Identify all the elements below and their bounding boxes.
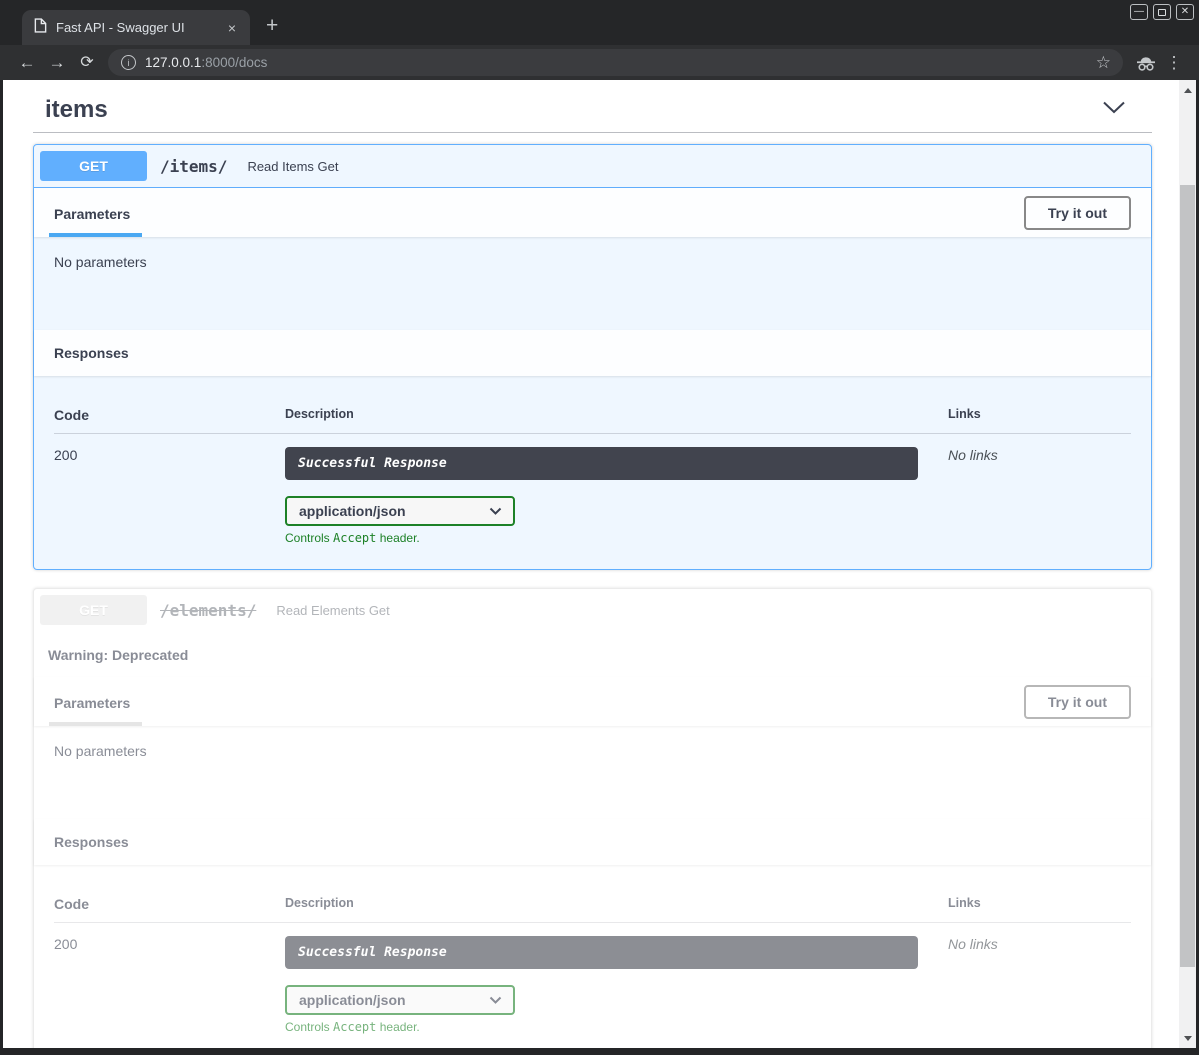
new-tab-icon[interactable]: +	[266, 14, 278, 38]
opblock-get-elements-deprecated: GET /elements/ Read Elements Get Warning…	[33, 588, 1152, 1048]
method-badge: GET	[40, 151, 147, 181]
url-path: :8000/docs	[201, 55, 267, 70]
response-description-box: Successful Response	[285, 447, 918, 480]
tab-parameters[interactable]: Parameters	[54, 188, 130, 237]
browser-menu-icon[interactable]: ⋮	[1161, 53, 1187, 73]
swagger-content: items GET /items/ Read Items Get	[33, 80, 1152, 1048]
col-header-description: Description	[285, 896, 948, 923]
col-header-links: Links	[948, 896, 1131, 923]
deprecated-warning: Warning: Deprecated	[34, 631, 1151, 677]
browser-toolbar: ← → ⟳ i 127.0.0.1:8000/docs ☆ ⋮	[0, 45, 1199, 80]
select-chevron-icon	[489, 992, 502, 1008]
col-header-code: Code	[54, 407, 285, 434]
scrollbar-thumb[interactable]	[1180, 185, 1195, 967]
links-value: No links	[948, 923, 1131, 1034]
tab-close-icon[interactable]: ×	[224, 20, 240, 36]
scroll-down-icon[interactable]	[1179, 1030, 1196, 1046]
tab-parameters[interactable]: Parameters	[54, 677, 130, 726]
url-host: 127.0.0.1	[145, 55, 201, 70]
status-code: 200	[54, 923, 285, 1034]
try-it-out-button[interactable]: Try it out	[1024, 196, 1131, 230]
parameters-header: Parameters Try it out	[34, 677, 1151, 726]
links-value: No links	[948, 434, 1131, 545]
endpoint-summary: Read Items Get	[247, 159, 338, 174]
section-title: items	[45, 96, 108, 124]
col-header-code: Code	[54, 896, 285, 923]
tab-title: Fast API - Swagger UI	[56, 20, 215, 35]
site-info-icon[interactable]: i	[121, 55, 136, 70]
browser-tab[interactable]: Fast API - Swagger UI ×	[22, 10, 250, 45]
response-description-box: Successful Response	[285, 936, 918, 969]
no-parameters-text: No parameters	[34, 726, 1151, 819]
incognito-icon	[1131, 54, 1161, 72]
section-divider	[33, 132, 1152, 133]
scroll-up-icon[interactable]	[1179, 82, 1196, 98]
col-header-description: Description	[285, 407, 948, 434]
document-icon	[34, 18, 47, 38]
status-code: 200	[54, 434, 285, 545]
browser-window: Fast API - Swagger UI × + — ✕ ← → ⟳ i 12…	[0, 0, 1199, 1055]
opblock-summary[interactable]: GET /elements/ Read Elements Get	[34, 589, 1151, 631]
try-it-out-button[interactable]: Try it out	[1024, 685, 1131, 719]
accept-header-note: Controls Accept header.	[285, 1020, 918, 1034]
opblock-get-items: GET /items/ Read Items Get Parameters Tr…	[33, 144, 1152, 570]
responses-table: Code Description Links 200 Successful Re…	[34, 865, 1151, 1048]
minimize-icon[interactable]: —	[1130, 4, 1148, 20]
select-chevron-icon	[489, 503, 502, 519]
page-viewport: items GET /items/ Read Items Get	[3, 80, 1196, 1048]
responses-header: Responses	[34, 819, 1151, 865]
endpoint-summary: Read Elements Get	[276, 603, 389, 618]
url-bar[interactable]: i 127.0.0.1:8000/docs ☆	[108, 49, 1123, 76]
api-section-header: items	[33, 80, 1152, 124]
page-scrollbar[interactable]	[1179, 80, 1196, 1048]
url-text[interactable]: 127.0.0.1:8000/docs	[145, 55, 267, 70]
reload-icon[interactable]: ⟳	[72, 55, 102, 71]
media-type-select[interactable]: application/json	[285, 985, 515, 1015]
back-icon[interactable]: ←	[12, 54, 42, 71]
opblock-summary[interactable]: GET /items/ Read Items Get	[34, 145, 1151, 188]
close-window-icon[interactable]: ✕	[1176, 4, 1194, 20]
method-badge: GET	[40, 595, 147, 625]
forward-icon[interactable]: →	[42, 54, 72, 71]
col-header-links: Links	[948, 407, 1131, 434]
accept-header-note: Controls Accept header.	[285, 531, 918, 545]
endpoint-path: /elements/	[147, 601, 266, 620]
no-parameters-text: No parameters	[34, 237, 1151, 330]
responses-header: Responses	[34, 330, 1151, 376]
browser-titlebar: Fast API - Swagger UI × + — ✕	[0, 0, 1199, 45]
endpoint-path: /items/	[147, 157, 237, 176]
bookmark-star-icon[interactable]: ☆	[1096, 53, 1111, 73]
chevron-down-icon[interactable]	[1102, 101, 1126, 119]
media-type-select[interactable]: application/json	[285, 496, 515, 526]
responses-table: Code Description Links 200 Successful Re…	[34, 376, 1151, 569]
parameters-header: Parameters Try it out	[34, 188, 1151, 237]
maximize-icon[interactable]	[1153, 4, 1171, 20]
